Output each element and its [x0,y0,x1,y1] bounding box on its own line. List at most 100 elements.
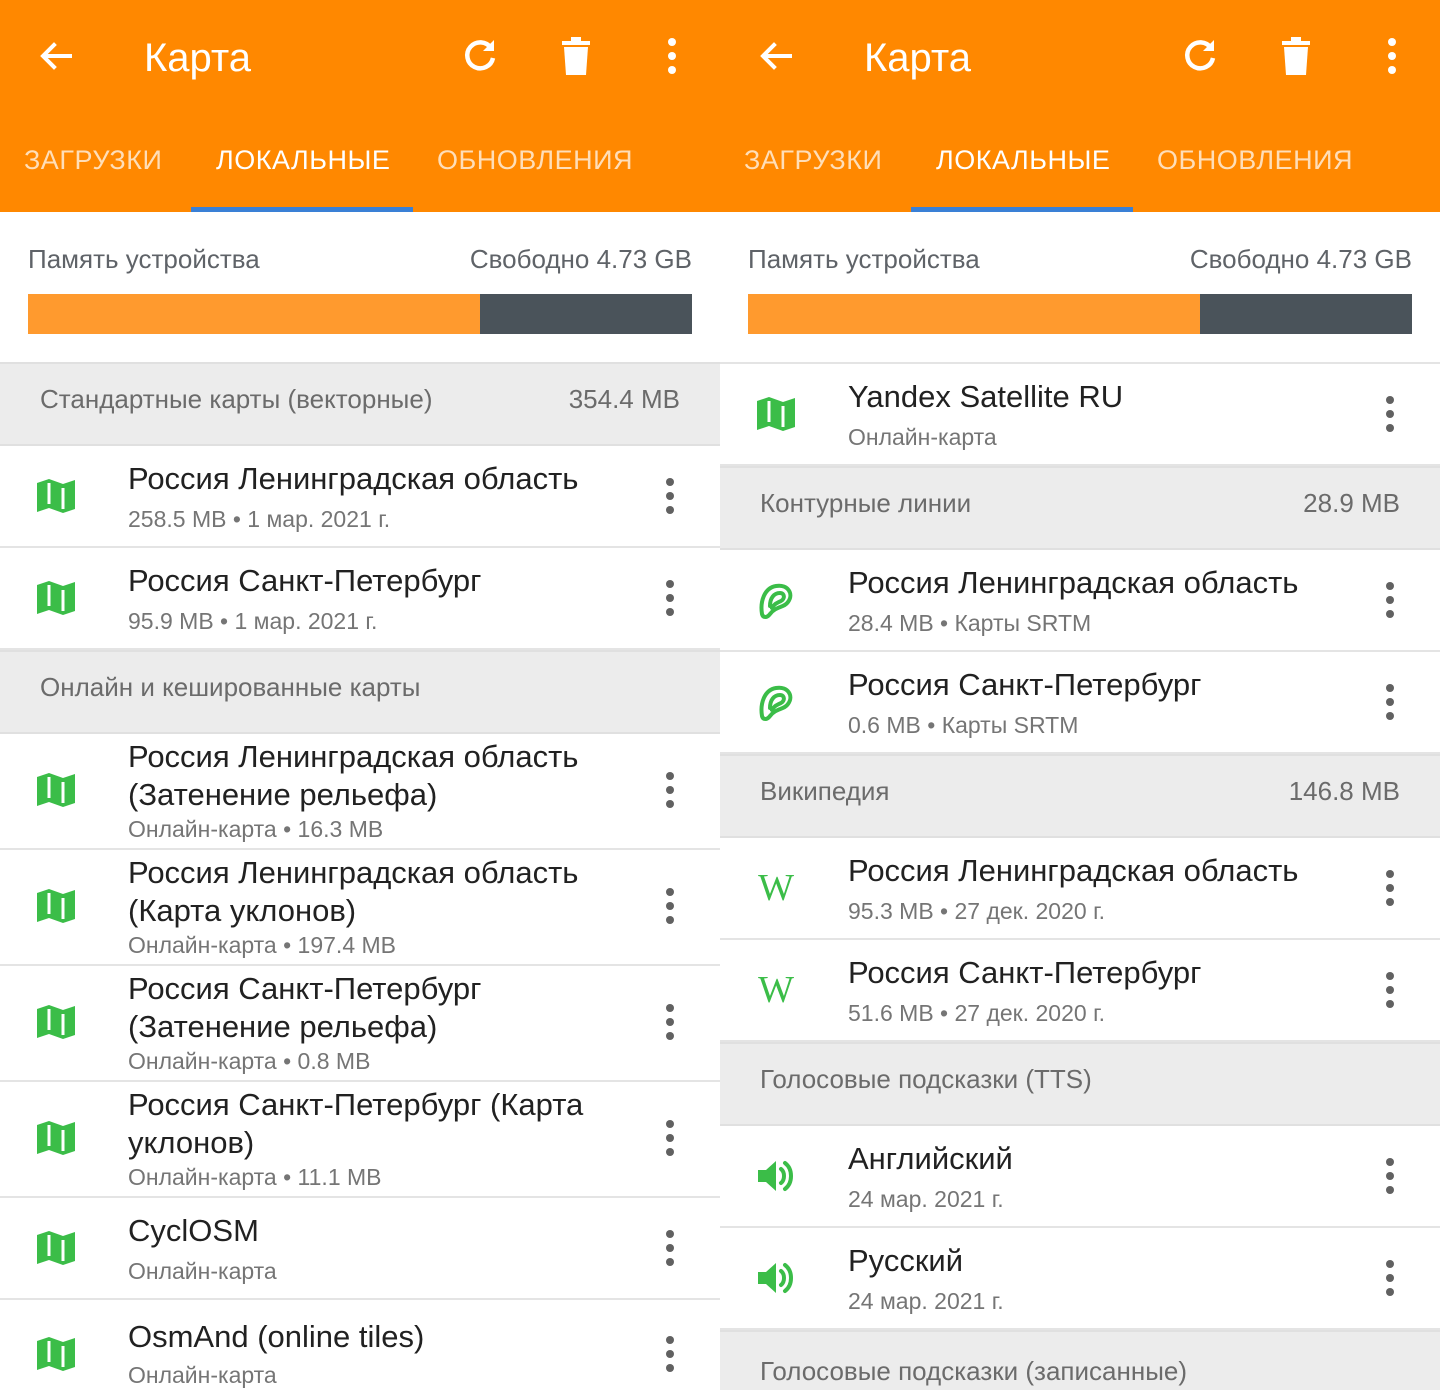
item-name: Россия Санкт-Петербург (Затенение рельеф… [128,971,482,1044]
item-menu-button[interactable] [1375,392,1405,436]
app-bar: Карта ЗАГРУЗКИ ЛОКАЛЬНЫЕ ОБНОВЛЕНИЯ [0,0,720,212]
delete-button[interactable] [1274,34,1318,78]
item-menu-button[interactable] [1375,968,1405,1012]
section-title: Википедия [760,776,890,806]
refresh-button[interactable] [458,34,502,78]
item-name: Россия Санкт-Петербург [848,667,1202,702]
section-title: Контурные линии [760,488,972,518]
section-header: Контурные линии 28.9 MB [720,466,1440,550]
storage-free: Свободно 4.73 GB [469,244,692,274]
map-icon [34,1116,78,1160]
tab-downloads[interactable]: ЗАГРУЗКИ [24,140,162,180]
section-header: Онлайн и кешированные карты [0,650,720,734]
item-menu-button[interactable] [1375,1256,1405,1300]
item-menu-button[interactable] [655,1332,685,1376]
list-item[interactable]: W Россия Санкт-Петербург 51.6 MB • 27 де… [720,940,1440,1042]
refresh-button[interactable] [1178,34,1222,78]
list-item[interactable]: Россия Ленинградская область (Затенение … [0,734,720,850]
item-details: Онлайн-карта • 197.4 MB [128,932,397,958]
back-button[interactable] [756,36,796,76]
overflow-menu-button[interactable] [650,34,694,78]
trash-icon [1282,37,1310,75]
list-item[interactable]: Россия Ленинградская область 258.5 MB • … [0,446,720,548]
tab-local[interactable]: ЛОКАЛЬНЫЕ [216,140,390,180]
more-vert-icon [1386,972,1394,1008]
item-menu-button[interactable] [655,768,685,812]
list-item[interactable]: OsmAnd (online tiles) Онлайн-карта [0,1300,720,1390]
item-name: OsmAnd (online tiles) [128,1319,425,1354]
item-menu-button[interactable] [655,1116,685,1160]
list-item[interactable]: Россия Санкт-Петербург (Затенение рельеф… [0,966,720,1082]
list-item[interactable]: Русский 24 мар. 2021 г. [720,1228,1440,1330]
more-vert-icon [666,478,674,514]
item-name: Yandex Satellite RU [848,379,1124,414]
right-screen: Карта ЗАГРУЗКИ ЛОКАЛЬНЫЕ ОБНОВЛЕНИЯ Памя… [720,0,1440,1390]
list-item[interactable]: Россия Ленинградская область (Карта укло… [0,850,720,966]
tab-updates[interactable]: ОБНОВЛЕНИЯ [437,140,633,180]
tab-updates[interactable]: ОБНОВЛЕНИЯ [1157,140,1353,180]
item-name: Россия Ленинградская область [128,461,579,496]
list-item[interactable]: W Россия Ленинградская область 95.3 MB •… [720,838,1440,940]
item-details: 95.3 MB • 27 дек. 2020 г. [848,898,1106,924]
section-title: Голосовые подсказки (TTS) [760,1064,1092,1094]
svg-text:W: W [758,867,794,909]
app-bar: Карта ЗАГРУЗКИ ЛОКАЛЬНЫЕ ОБНОВЛЕНИЯ [720,0,1440,212]
item-menu-button[interactable] [655,1226,685,1270]
item-menu-button[interactable] [1375,866,1405,910]
item-name: CyclOSM [128,1213,259,1248]
item-menu-button[interactable] [655,1000,685,1044]
arrow-back-icon [40,42,72,70]
back-button[interactable] [36,36,76,76]
more-vert-icon [666,1336,674,1372]
section-size: 146.8 MB [1288,776,1400,806]
item-details: 51.6 MB • 27 дек. 2020 г. [848,1000,1106,1026]
more-vert-icon [666,1120,674,1156]
item-menu-button[interactable] [655,474,685,518]
item-details: 28.4 MB • Карты SRTM [848,610,1092,636]
list-item[interactable]: Yandex Satellite RU Онлайн-карта [720,364,1440,466]
item-details: 258.5 MB • 1 мар. 2021 г. [128,506,391,532]
map-icon [34,576,78,620]
item-menu-button[interactable] [655,576,685,620]
list-item[interactable]: Россия Ленинградская область 28.4 MB • К… [720,550,1440,652]
map-icon [754,392,798,436]
section-size: 28.9 MB [1303,488,1400,518]
overflow-menu-button[interactable] [1370,34,1414,78]
delete-button[interactable] [554,34,598,78]
wikipedia-icon: W [754,866,798,910]
list-item[interactable]: CyclOSM Онлайн-карта [0,1198,720,1300]
more-vert-icon [666,772,674,808]
more-vert-icon [666,888,674,924]
item-menu-button[interactable] [1375,680,1405,724]
wikipedia-icon: W [754,968,798,1012]
list-item[interactable]: Английский 24 мар. 2021 г. [720,1126,1440,1228]
more-vert-icon [1386,870,1394,906]
page-title: Карта [144,36,252,80]
list-item[interactable]: Россия Санкт-Петербург (Карта уклонов) О… [0,1082,720,1198]
list-item[interactable]: Россия Санкт-Петербург 0.6 MB • Карты SR… [720,652,1440,754]
more-vert-icon [1386,684,1394,720]
section-size: 354.4 MB [568,384,680,414]
more-vert-icon [1386,1260,1394,1296]
item-menu-button[interactable] [655,884,685,928]
more-vert-icon [1386,582,1394,618]
list-item[interactable]: Россия Санкт-Петербург 95.9 MB • 1 мар. … [0,548,720,650]
item-menu-button[interactable] [1375,1154,1405,1198]
item-name: Россия Ленинградская область [848,565,1299,600]
section-header: Стандартные карты (векторные) 354.4 MB [0,362,720,446]
storage-used-fill [28,294,480,334]
section-header: Голосовые подсказки (записанные) [720,1330,1440,1390]
more-vert-icon [1388,38,1396,74]
item-menu-button[interactable] [1375,578,1405,622]
tab-downloads[interactable]: ЗАГРУЗКИ [744,140,882,180]
trash-icon [562,37,590,75]
map-icon [34,1000,78,1044]
section-title: Стандартные карты (векторные) [40,384,433,414]
item-name: Россия Санкт-Петербург [848,955,1202,990]
item-details: Онлайн-карта • 16.3 MB [128,816,384,842]
contour-lines-icon [754,680,798,724]
tab-local[interactable]: ЛОКАЛЬНЫЕ [936,140,1110,180]
local-list: Стандартные карты (векторные) 354.4 MB Р… [0,362,720,1390]
map-icon [34,768,78,812]
section-title: Онлайн и кешированные карты [40,672,421,702]
